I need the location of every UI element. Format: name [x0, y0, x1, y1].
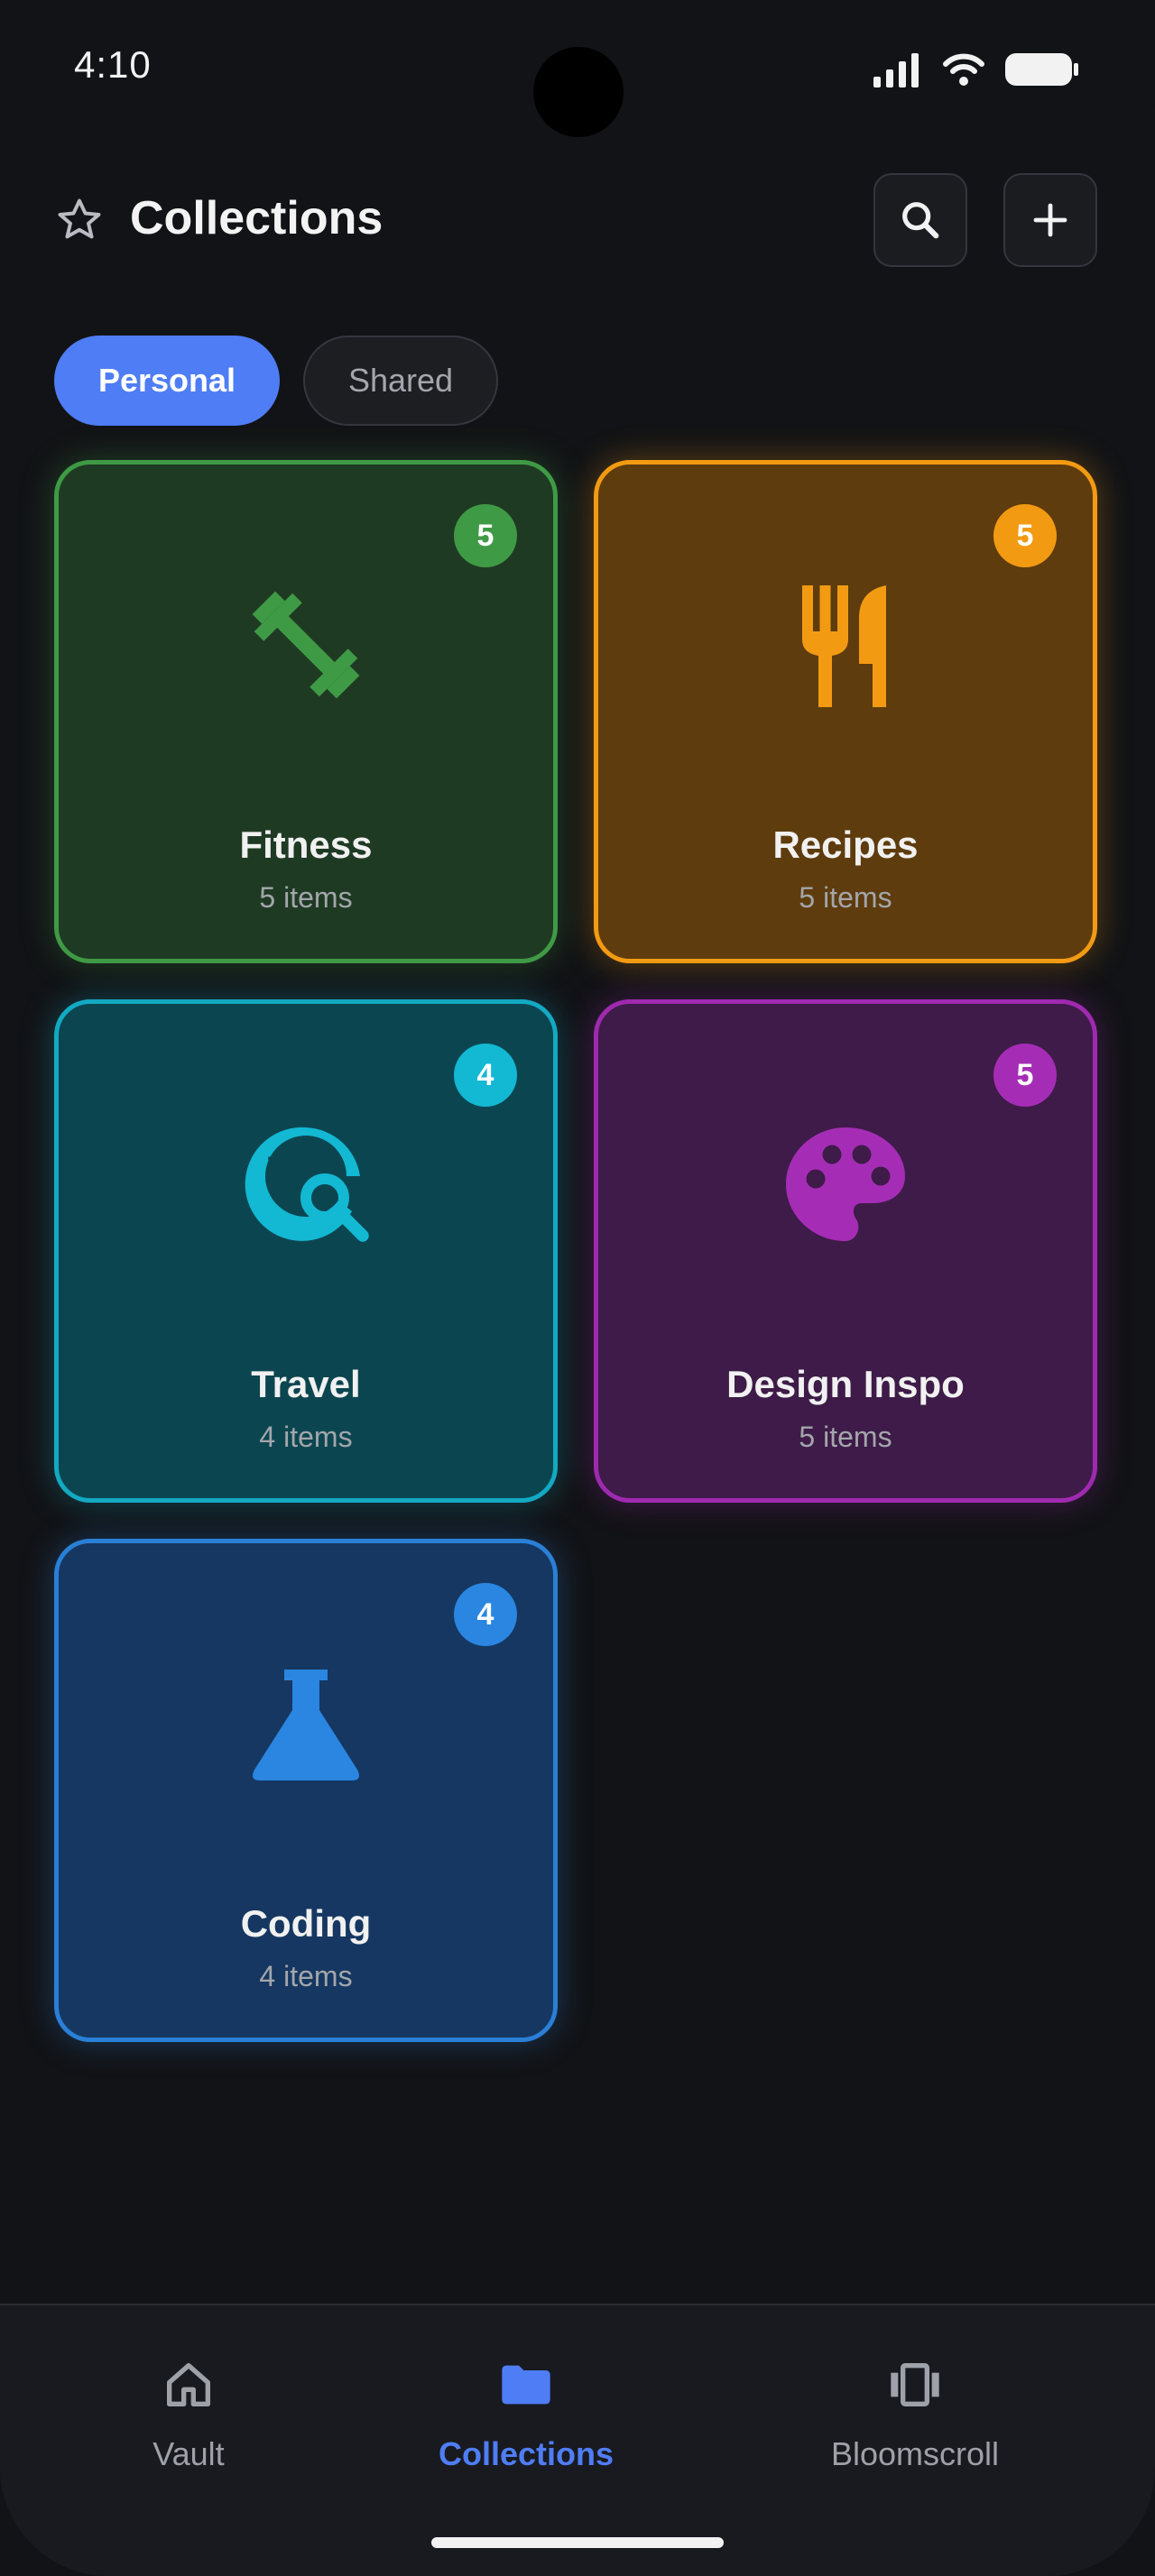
- nav-label: Collections: [438, 2435, 614, 2472]
- count-badge: 4: [454, 1583, 517, 1646]
- collection-card-coding[interactable]: 4 Coding 4 items: [54, 1539, 558, 2042]
- nav-item-bloomscroll[interactable]: Bloomscroll: [780, 2356, 1050, 2473]
- flask-icon: [253, 1670, 359, 1780]
- collection-card-recipes[interactable]: 5 Recipes 5 items: [594, 460, 1097, 963]
- fork-knife-icon: [802, 585, 886, 707]
- collection-name: Fitness: [239, 823, 373, 866]
- dumbbell-icon: [252, 591, 360, 699]
- collection-name: Recipes: [772, 823, 919, 866]
- tab-shared[interactable]: Shared: [303, 336, 498, 426]
- search-icon: [902, 202, 939, 239]
- nav-item-vault[interactable]: Vault: [53, 2356, 324, 2473]
- status-icons: [873, 47, 1079, 92]
- nav-item-collections[interactable]: Collections: [391, 2356, 661, 2473]
- collection-item-count: 4 items: [259, 1421, 353, 1453]
- app-screen: 4:10 Collections Personal Shared 5 Fitne…: [0, 0, 1155, 2576]
- globe-search-icon: [245, 1127, 369, 1242]
- collection-card-design-inspo[interactable]: 5 Design Inspo 5 items: [594, 999, 1097, 1503]
- collection-name: Travel: [251, 1363, 361, 1405]
- count-badge: 4: [454, 1044, 517, 1107]
- camera-cutout: [533, 47, 624, 137]
- collection-card-fitness[interactable]: 5 Fitness 5 items: [54, 460, 558, 963]
- home-indicator[interactable]: [431, 2537, 724, 2548]
- palette-icon: [786, 1127, 905, 1241]
- tab-personal[interactable]: Personal: [54, 336, 280, 426]
- search-button[interactable]: [873, 173, 967, 267]
- collection-item-count: 5 items: [799, 881, 892, 914]
- collection-item-count: 5 items: [259, 881, 353, 914]
- bottom-navigation: Vault Collections Bloomscroll: [0, 2304, 1155, 2576]
- wifi-icon: [943, 53, 984, 86]
- collection-card-travel[interactable]: 4 Travel 4 items: [54, 999, 558, 1503]
- home-icon: [167, 2363, 210, 2406]
- count-badge: 5: [993, 504, 1057, 567]
- signal-icon: [873, 53, 919, 87]
- collection-name: Coding: [240, 1902, 372, 1945]
- collection-item-count: 5 items: [799, 1421, 892, 1453]
- collection-name: Design Inspo: [726, 1363, 965, 1405]
- count-badge: 5: [993, 1044, 1057, 1107]
- collection-item-count: 4 items: [259, 1960, 353, 1992]
- nav-label: Vault: [152, 2435, 225, 2472]
- plus-icon: [1033, 203, 1067, 237]
- star-icon[interactable]: [54, 195, 105, 245]
- battery-icon: [1005, 53, 1078, 86]
- carousel-icon: [891, 2363, 939, 2406]
- page-title: Collections: [130, 192, 383, 244]
- folder-icon: [502, 2365, 550, 2405]
- status-time: 4:10: [74, 43, 152, 86]
- add-collection-button[interactable]: [1003, 173, 1097, 267]
- count-badge: 5: [454, 504, 517, 567]
- nav-label: Bloomscroll: [830, 2435, 1000, 2472]
